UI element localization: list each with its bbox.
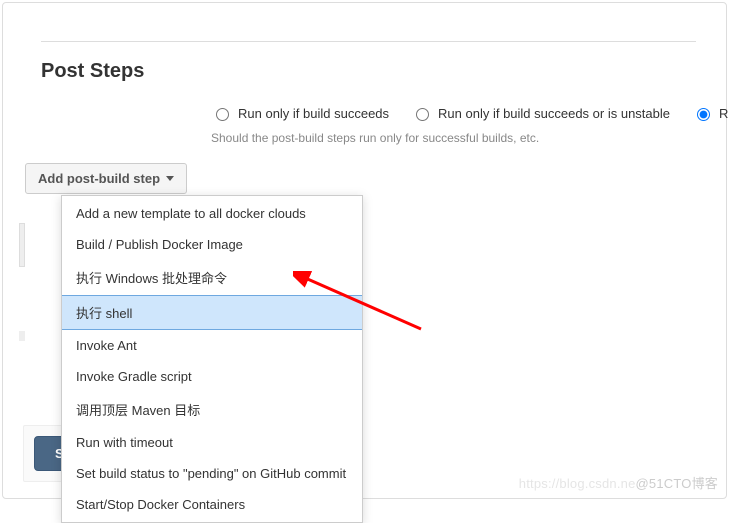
menu-item-run-with-timeout[interactable]: Run with timeout	[62, 427, 362, 458]
radio-succeeds-label: Run only if build succeeds	[238, 106, 389, 121]
radio-regardless-label: Run re	[719, 106, 729, 121]
menu-item-invoke-gradle[interactable]: Invoke Gradle script	[62, 361, 362, 392]
menu-item-invoke-ant[interactable]: Invoke Ant	[62, 330, 362, 361]
radio-option-succeeds[interactable]: Run only if build succeeds	[211, 105, 389, 121]
radio-option-run-regardless[interactable]: Run re	[692, 105, 729, 121]
menu-item-github-pending-status[interactable]: Set build status to "pending" on GitHub …	[62, 458, 362, 489]
radio-unstable-input[interactable]	[416, 108, 429, 121]
menu-item-build-publish-docker[interactable]: Build / Publish Docker Image	[62, 229, 362, 260]
section-title: Post Steps	[41, 60, 696, 83]
radio-option-succeeds-or-unstable[interactable]: Run only if build succeeds or is unstabl…	[411, 105, 670, 121]
menu-item-windows-batch[interactable]: 执行 Windows 批处理命令	[62, 260, 362, 295]
helper-text: Should the post-build steps run only for…	[41, 131, 696, 145]
drag-handle[interactable]	[19, 331, 25, 341]
add-post-build-step-menu: Add a new template to all docker clouds …	[61, 195, 363, 523]
add-post-build-step-button[interactable]: Add post-build step	[25, 163, 187, 194]
drag-handle[interactable]	[19, 223, 25, 267]
menu-item-add-template-docker[interactable]: Add a new template to all docker clouds	[62, 196, 362, 229]
watermark: https://blog.csdn.ne@51CTO博客	[519, 473, 718, 492]
menu-item-execute-shell[interactable]: 执行 shell	[62, 295, 362, 330]
menu-item-start-stop-docker[interactable]: Start/Stop Docker Containers	[62, 489, 362, 522]
menu-item-maven-target[interactable]: 调用顶层 Maven 目标	[62, 392, 362, 427]
radio-succeeds-input[interactable]	[216, 108, 229, 121]
caret-down-icon	[166, 176, 174, 181]
radio-unstable-label: Run only if build succeeds or is unstabl…	[438, 106, 670, 121]
radio-regardless-input[interactable]	[697, 108, 710, 121]
dropdown-button-label: Add post-build step	[38, 171, 160, 186]
post-steps-condition-radios: Run only if build succeeds Run only if b…	[41, 105, 696, 121]
section-divider	[41, 41, 696, 42]
